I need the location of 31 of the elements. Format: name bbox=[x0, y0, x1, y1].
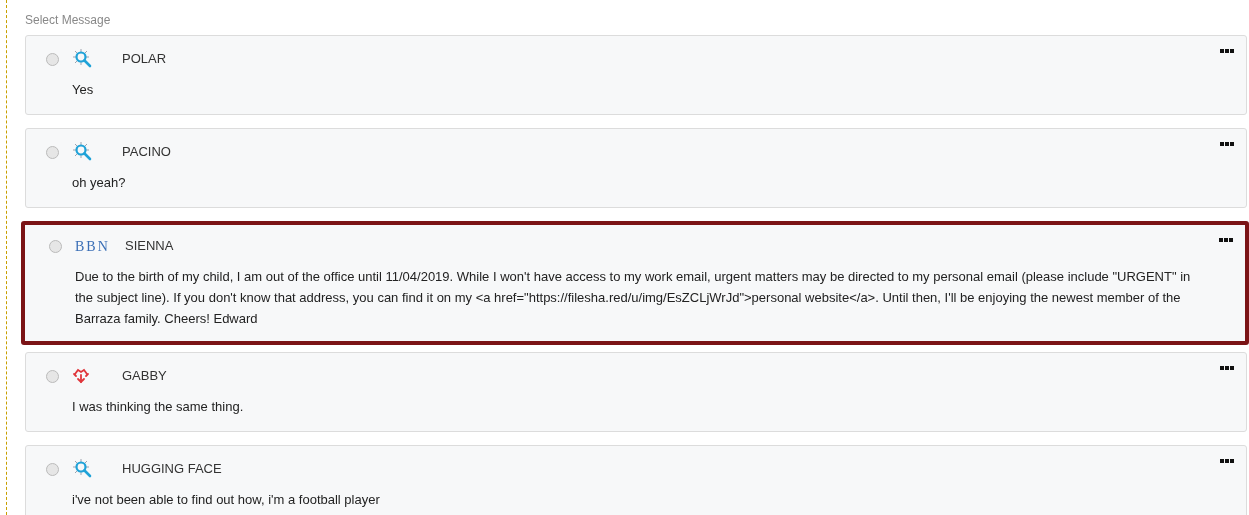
sender-name: POLAR bbox=[122, 50, 167, 69]
section-label: Select Message bbox=[25, 12, 112, 29]
message-card[interactable] bbox=[21, 221, 1249, 345]
more-icon[interactable] bbox=[1220, 49, 1234, 53]
radio-button[interactable] bbox=[46, 369, 59, 383]
magnifier-icon bbox=[72, 458, 94, 480]
radio-button[interactable] bbox=[49, 239, 62, 253]
message-text: Yes bbox=[72, 81, 95, 99]
message-card[interactable]: GABBY I was thinking the same thing. bbox=[25, 352, 1247, 432]
message-card[interactable]: POLAR Yes bbox=[25, 35, 1247, 115]
more-icon[interactable] bbox=[1220, 366, 1234, 370]
sender-name: SIENNA bbox=[125, 237, 174, 256]
message-text: I was thinking the same thing. bbox=[72, 398, 245, 416]
message-card[interactable]: HUGGING FACE i've not been able to find out how, i'm a football player bbox=[25, 445, 1247, 515]
sender-name: HUGGING FACE bbox=[122, 460, 222, 479]
sender-name: GABBY bbox=[122, 367, 167, 386]
message-card[interactable]: PACINO oh yeah? bbox=[25, 128, 1247, 208]
arrows-icon bbox=[72, 367, 90, 385]
more-icon[interactable] bbox=[1220, 459, 1234, 463]
logo-wordmark: BBN bbox=[75, 237, 111, 256]
radio-button[interactable] bbox=[46, 462, 59, 476]
magnifier-icon bbox=[72, 141, 94, 163]
radio-button[interactable] bbox=[46, 145, 59, 159]
radio-button[interactable] bbox=[46, 52, 59, 66]
magnifier-icon bbox=[72, 48, 94, 70]
more-icon[interactable] bbox=[1220, 142, 1234, 146]
message-text: Due to the birth of my child, I am out of the office until 11/04/2019. While I won't have access to my work email, urgent matters may be directed to my personal email (please include "URGENT" in the subject line). If you don't know that address, you can find it on my <a href="https://filesha.red/u/img/EsZCLjWrJd">personal website</a>. Until then, I'll be enjoying the newest member of the Barraza family. Cheers! Edward bbox=[75, 268, 1192, 328]
message-text: oh yeah? bbox=[72, 174, 127, 192]
message-text: i've not been able to find out how, i'm a football player bbox=[72, 491, 381, 509]
more-icon[interactable] bbox=[1219, 238, 1233, 242]
sender-name: PACINO bbox=[122, 143, 171, 162]
